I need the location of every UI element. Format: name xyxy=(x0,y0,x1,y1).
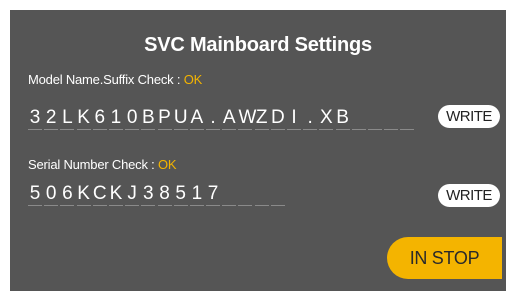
serial-char-cell: J xyxy=(125,183,140,206)
model-char-cell: . xyxy=(303,107,318,130)
model-status-ok: OK xyxy=(183,72,203,87)
serial-char-cell: 6 xyxy=(60,183,75,206)
model-char-cell: P xyxy=(157,107,172,130)
model-char-cell: 1 xyxy=(108,107,123,130)
write-serial-button[interactable]: WRITE xyxy=(438,184,500,207)
serial-char-cell: 7 xyxy=(206,183,221,206)
model-char-cell: B xyxy=(141,107,156,130)
model-name-field[interactable]: 32LK610BPUA.AWZDI.XB xyxy=(28,102,417,130)
serial-number-field[interactable]: 506KCKJ38517 xyxy=(28,178,287,206)
model-char-cell: 3 xyxy=(28,107,42,130)
serial-check-label: Serial Number Check : OK xyxy=(28,157,177,172)
model-check-label: Model Name.Suffix Check : OK xyxy=(28,72,202,87)
model-check-label-text: Model Name.Suffix Check : xyxy=(28,72,184,87)
model-char-cell: U xyxy=(173,107,188,130)
serial-char-cell: C xyxy=(92,183,107,206)
model-char-cell: B xyxy=(335,107,350,130)
model-char-cell: I xyxy=(287,107,301,130)
model-char-cell: D xyxy=(270,107,285,130)
serial-char-cell: K xyxy=(108,183,123,206)
serial-status-ok: OK xyxy=(157,157,177,172)
settings-panel: SVC Mainboard Settings Model Name.Suffix… xyxy=(10,10,506,291)
model-char-cell: Z xyxy=(254,107,269,130)
serial-char-cell: 8 xyxy=(157,183,172,206)
serial-char-cell: 0 xyxy=(44,183,59,206)
model-char-cell xyxy=(384,107,399,130)
page-title: SVC Mainboard Settings xyxy=(144,34,372,56)
serial-char-cell: 5 xyxy=(28,183,42,206)
model-char-cell: A xyxy=(222,107,237,130)
in-stop-button[interactable]: IN STOP xyxy=(387,237,502,279)
serial-char-cell xyxy=(270,183,285,206)
model-char-cell: A xyxy=(189,107,204,130)
serial-char-cell xyxy=(222,183,237,206)
model-char-cell: K xyxy=(76,107,91,130)
model-char-cell: 6 xyxy=(92,107,107,130)
model-char-cell: W xyxy=(238,107,257,130)
serial-char-cell: 5 xyxy=(173,183,188,206)
model-char-cell: 2 xyxy=(44,107,59,130)
model-char-cell: X xyxy=(319,107,334,130)
serial-check-label-text: Serial Number Check : xyxy=(28,157,158,172)
serial-char-cell: K xyxy=(76,183,91,206)
model-char-cell xyxy=(400,107,415,130)
model-char-cell xyxy=(351,107,366,130)
serial-char-cell: 1 xyxy=(189,183,204,206)
model-char-cell xyxy=(367,107,382,130)
serial-char-cell xyxy=(254,183,269,206)
serial-char-cell: 3 xyxy=(141,183,156,206)
serial-char-cell xyxy=(238,183,253,206)
model-char-cell: . xyxy=(206,107,221,130)
model-char-cell: 0 xyxy=(125,107,140,130)
model-char-cell: L xyxy=(60,107,75,130)
write-model-button[interactable]: WRITE xyxy=(438,105,500,128)
